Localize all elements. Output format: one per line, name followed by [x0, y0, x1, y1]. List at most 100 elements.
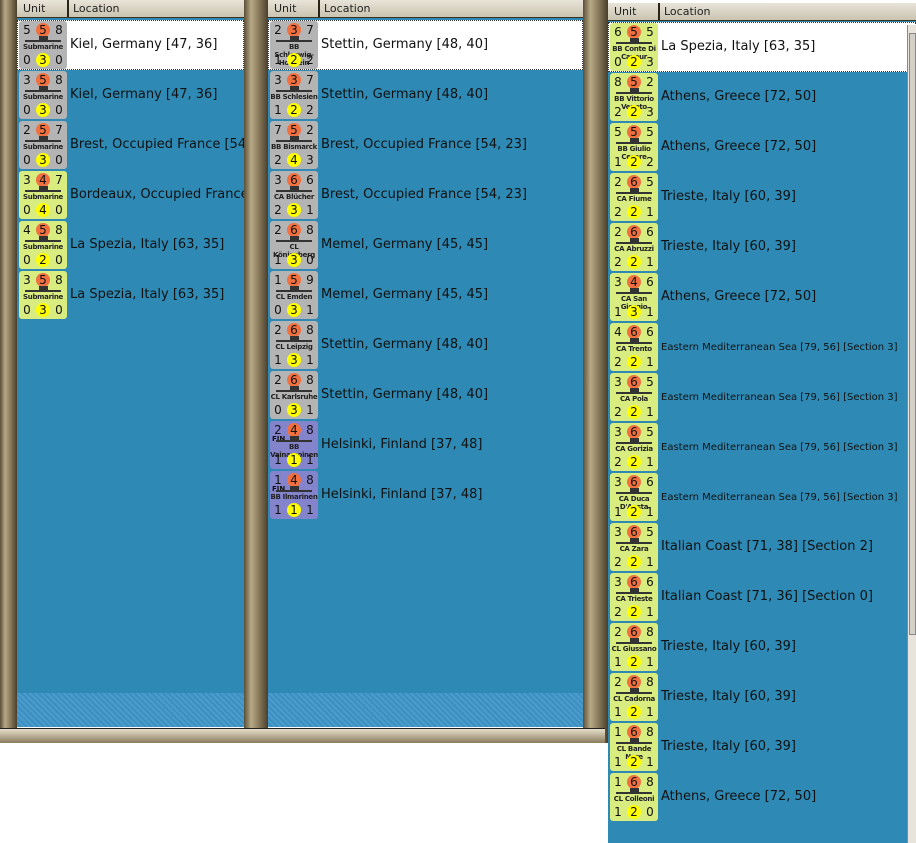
unit-row[interactable]: 2 6 8 CL Leipzig 1 3 1 Stettin, Germany …: [268, 320, 583, 370]
unit-row[interactable]: 2 6 8 CL Karlsruhe 0 3 1 Stettin, German…: [268, 370, 583, 420]
unit-row[interactable]: 1 6 8 CL Bande Nere 1 2 1 Trieste, Italy…: [608, 722, 916, 772]
unit-counter[interactable]: 3 6 5 CA Gorizia 2 2 1: [610, 423, 658, 471]
column-header-unit[interactable]: Unit: [23, 2, 45, 15]
unit-counter[interactable]: 8 5 2 BB Vittorio Veneto 2 2 3: [610, 73, 658, 121]
column-divider[interactable]: [67, 0, 69, 17]
unit-counter[interactable]: 2 5 7 Submarine 0 3 0: [19, 121, 67, 169]
counter-value: 1: [614, 155, 622, 169]
unit-row[interactable]: 3 5 8 Submarine 0 3 0 La Spezia, Italy […: [17, 270, 244, 320]
unit-counter[interactable]: 2 6 6 CA Abruzzi 2 2 1: [610, 223, 658, 271]
unit-row[interactable]: 3 6 5 CA Gorizia 2 2 1 Eastern Mediterra…: [608, 422, 916, 472]
column-divider[interactable]: [658, 3, 660, 20]
unit-row[interactable]: 7 5 2 BB Bismarck 2 4 3 Brest, Occupied …: [268, 120, 583, 170]
unit-row[interactable]: 3 6 6 CA Trieste 2 2 1 Italian Coast [71…: [608, 572, 916, 622]
counter-value: 1: [646, 255, 654, 269]
unit-counter[interactable]: 3 6 5 CA Zara 2 2 1: [610, 523, 658, 571]
unit-counter[interactable]: 1 5 9 CL Emden 0 3 1: [270, 271, 318, 319]
counter-value: 8: [646, 625, 654, 639]
ship-silhouette-icon: [616, 788, 652, 794]
unit-row[interactable]: 3 6 5 CA Pola 2 2 1 Eastern Mediterranea…: [608, 372, 916, 422]
window-frame-divider[interactable]: [244, 0, 268, 743]
unit-row[interactable]: 3 6 5 CA Zara 2 2 1 Italian Coast [71, 3…: [608, 522, 916, 572]
unit-row[interactable]: 2 6 6 CA Abruzzi 2 2 1 Trieste, Italy [6…: [608, 222, 916, 272]
attack-value: 6: [627, 425, 641, 439]
ship-silhouette-icon: [25, 186, 61, 192]
unit-row[interactable]: 2 3 7 BB Schleswig-Holstein 1 2 2 Stetti…: [268, 20, 583, 70]
unit-counter[interactable]: 5 5 8 Submarine 0 3 0: [19, 21, 67, 69]
unit-counter[interactable]: 3 3 7 BB Schlesien 1 2 2: [270, 71, 318, 119]
unit-counter[interactable]: 5 5 5 BB Giulio Cesare 1 2 2: [610, 123, 658, 171]
window-frame-divider[interactable]: [583, 0, 608, 743]
unit-counter[interactable]: 2 6 8 CL Karlsruhe 0 3 1: [270, 371, 318, 419]
unit-row[interactable]: 1 6 8 CL Colleoni 1 2 0 Athens, Greece […: [608, 772, 916, 822]
unit-counter[interactable]: 2 4 8 FIN BB Vainamoinen 1 1 1: [270, 421, 318, 469]
unit-row[interactable]: 5 5 5 BB Giulio Cesare 1 2 2 Athens, Gre…: [608, 122, 916, 172]
unit-row[interactable]: 2 4 8 FIN BB Vainamoinen 1 1 1 Helsinki,…: [268, 420, 583, 470]
unit-counter[interactable]: 6 5 5 BB Conte Di Cavour 0 2 3: [610, 23, 658, 71]
unit-row[interactable]: 2 6 8 CL Königsberg 1 3 0 Memel, Germany…: [268, 220, 583, 270]
unit-counter[interactable]: 3 5 8 Submarine 0 3 0: [19, 271, 67, 319]
column-header-unit[interactable]: Unit: [614, 5, 636, 18]
attack-value: 5: [627, 75, 641, 89]
unit-row[interactable]: 6 5 5 BB Conte Di Cavour 0 2 3 La Spezia…: [608, 22, 916, 72]
movement-value: 3: [287, 203, 301, 217]
unit-row[interactable]: 3 6 6 CA Blücher 2 3 1 Brest, Occupied F…: [268, 170, 583, 220]
unit-row[interactable]: 3 5 8 Submarine 0 3 0 Kiel, Germany [47,…: [17, 70, 244, 120]
counter-value: 6: [614, 25, 622, 39]
unit-counter[interactable]: 1 6 8 CL Bande Nere 1 2 1: [610, 723, 658, 771]
column-divider[interactable]: [318, 0, 320, 17]
unit-counter[interactable]: 3 4 6 CA San Giorgio 1 3 1: [610, 273, 658, 321]
movement-value: 2: [627, 155, 641, 169]
unit-counter[interactable]: 1 4 8 FIN BB Ilmarinen 1 1 1: [270, 471, 318, 519]
unit-row[interactable]: 2 6 8 CL Giussano 1 2 1 Trieste, Italy […: [608, 622, 916, 672]
unit-row[interactable]: 1 5 9 CL Emden 0 3 1 Memel, Germany [45,…: [268, 270, 583, 320]
unit-row[interactable]: 4 5 8 Submarine 0 2 0 La Spezia, Italy […: [17, 220, 244, 270]
unit-counter[interactable]: 3 5 8 Submarine 0 3 0: [19, 71, 67, 119]
unit-counter[interactable]: 3 6 6 CA Duca D'Aosta 1 2 1: [610, 473, 658, 521]
unit-row[interactable]: 3 4 7 Submarine 0 4 0 Bordeaux, Occupied…: [17, 170, 244, 220]
unit-row[interactable]: 3 3 7 BB Schlesien 1 2 2 Stettin, German…: [268, 70, 583, 120]
column-header-location[interactable]: Location: [73, 2, 120, 15]
unit-counter[interactable]: 2 6 8 CL Königsberg 1 3 0: [270, 221, 318, 269]
unit-counter[interactable]: 3 6 5 CA Pola 2 2 1: [610, 373, 658, 421]
unit-name: CL Colleoni: [613, 795, 655, 803]
unit-counter[interactable]: 2 6 5 CA Fiume 2 2 1: [610, 173, 658, 221]
unit-row[interactable]: 8 5 2 BB Vittorio Veneto 2 2 3 Athens, G…: [608, 72, 916, 122]
ship-silhouette-icon: [25, 86, 61, 92]
unit-counter[interactable]: 3 6 6 CA Trieste 2 2 1: [610, 573, 658, 621]
unit-counter[interactable]: 2 6 8 CL Cadorna 1 2 1: [610, 673, 658, 721]
column-header-location[interactable]: Location: [664, 5, 711, 18]
counter-value: 8: [646, 675, 654, 689]
scrollbar-thumb[interactable]: [909, 33, 916, 635]
counter-value: 5: [646, 525, 654, 539]
unit-row[interactable]: 2 6 8 CL Cadorna 1 2 1 Trieste, Italy [6…: [608, 672, 916, 722]
counter-value: 0: [274, 403, 282, 417]
column-header-location[interactable]: Location: [324, 2, 371, 15]
unit-counter[interactable]: 4 6 6 CA Trento 2 2 1: [610, 323, 658, 371]
counter-value: 1: [274, 253, 282, 267]
unit-counter[interactable]: 3 4 7 Submarine 0 4 0: [19, 171, 67, 219]
unit-row[interactable]: 5 5 8 Submarine 0 3 0 Kiel, Germany [47,…: [17, 20, 244, 70]
unit-row[interactable]: 3 4 6 CA San Giorgio 1 3 1 Athens, Greec…: [608, 272, 916, 322]
unit-counter[interactable]: 1 6 8 CL Colleoni 1 2 0: [610, 773, 658, 821]
unit-location: Brest, Occupied France [54, 23]: [321, 137, 527, 152]
counter-value: 3: [646, 105, 654, 119]
unit-counter[interactable]: 2 6 8 CL Giussano 1 2 1: [610, 623, 658, 671]
column-header-unit[interactable]: Unit: [274, 2, 296, 15]
unit-counter[interactable]: 4 5 8 Submarine 0 2 0: [19, 221, 67, 269]
unit-row[interactable]: 2 6 5 CA Fiume 2 2 1 Trieste, Italy [60,…: [608, 172, 916, 222]
unit-row[interactable]: 3 6 6 CA Duca D'Aosta 1 2 1 Eastern Medi…: [608, 472, 916, 522]
unit-row[interactable]: 2 5 7 Submarine 0 3 0 Brest, Occupied Fr…: [17, 120, 244, 170]
unit-counter[interactable]: 3 6 6 CA Blücher 2 3 1: [270, 171, 318, 219]
counter-value: 0: [23, 253, 31, 267]
unit-row[interactable]: 1 4 8 FIN BB Ilmarinen 1 1 1 Helsinki, F…: [268, 470, 583, 520]
counter-value: 1: [646, 355, 654, 369]
vertical-scrollbar[interactable]: [907, 25, 916, 843]
counter-value: 8: [614, 75, 622, 89]
counter-value: 2: [274, 203, 282, 217]
unit-counter[interactable]: 2 6 8 CL Leipzig 1 3 1: [270, 321, 318, 369]
unit-counter[interactable]: 7 5 2 BB Bismarck 2 4 3: [270, 121, 318, 169]
unit-counter[interactable]: 2 3 7 BB Schleswig-Holstein 1 2 2: [270, 21, 318, 69]
unit-row[interactable]: 4 6 6 CA Trento 2 2 1 Eastern Mediterran…: [608, 322, 916, 372]
attack-value: 6: [287, 373, 301, 387]
